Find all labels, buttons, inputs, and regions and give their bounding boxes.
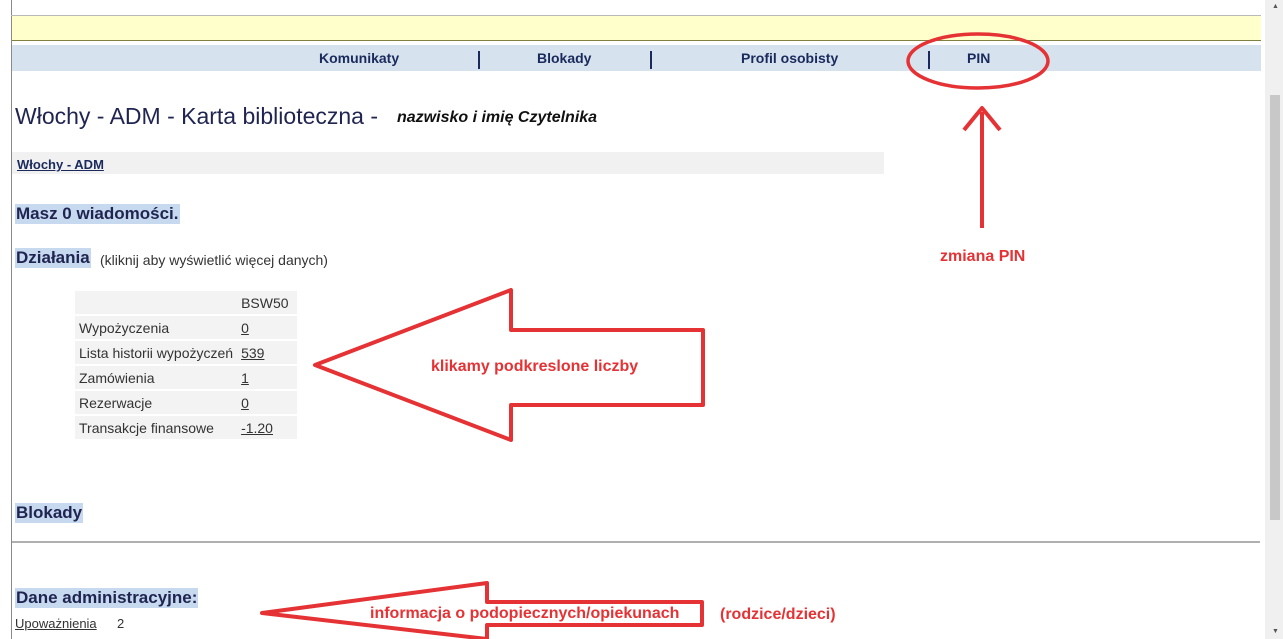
nav-separator [650,51,652,69]
scrollbar-thumb[interactable] [1270,95,1280,520]
loan-history-count-link[interactable]: 539 [241,345,264,361]
numbers-annotation: klikamy podkreslone liczby [431,358,639,375]
top-navigation: Komunikaty Blokady Profil osobisty PIN [12,45,1261,71]
page-title: Włochy - ADM - Karta biblioteczna - [15,103,379,129]
nav-separator [478,51,480,69]
actions-hint: (kliknij aby wyświetlić więcej danych) [100,252,328,268]
reader-name-placeholder: nazwisko i imię Czytelnika [397,109,598,126]
table-row: Wypożyczenia 0 [75,316,297,339]
wards-annotation-extra: (rodzice/dzieci) [720,606,836,623]
row-label: Wypożyczenia [75,316,238,339]
page-border-left [11,0,12,639]
wards-annotation: informacja o podopiecznych/opiekunach [370,605,680,622]
section-divider [12,541,1260,543]
admin-heading: Dane administracyjne: [15,588,199,608]
actions-heading[interactable]: Działania [15,248,91,268]
scroll-up-arrow-icon[interactable]: ▲ [1272,3,1279,10]
authorizations-count: 2 [117,616,125,631]
table-column-header: BSW50 [237,291,297,314]
table-header-row: BSW50 [75,291,297,314]
loans-count-link[interactable]: 0 [241,320,249,336]
blocks-heading: Blokady [15,503,84,523]
table-row: Transakcje finansowe -1.20 [75,416,297,439]
nav-pin[interactable]: PIN [967,50,990,66]
pin-arrow-head-icon [962,106,1002,132]
table-row: Rezerwacje 0 [75,391,297,414]
row-label: Zamówienia [75,366,238,389]
top-banner [12,16,1261,41]
financial-transactions-link[interactable]: -1.20 [241,420,273,436]
authorizations-link[interactable]: Upoważnienia [15,616,97,631]
table-row: Lista historii wypożyczeń 539 [75,341,297,364]
row-label: Transakcje finansowe [75,416,238,439]
reservations-count-link[interactable]: 0 [241,395,249,411]
breadcrumb [12,152,884,174]
breadcrumb-link[interactable]: Włochy - ADM [17,157,104,172]
row-label: Rezerwacje [75,391,238,414]
pin-annotation: zmiana PIN [940,248,1026,265]
table-header-empty [75,291,238,314]
orders-count-link[interactable]: 1 [241,370,249,386]
messages-heading: Masz 0 wiadomości. [15,204,180,224]
nav-komunikaty[interactable]: Komunikaty [319,50,399,66]
scroll-down-arrow-icon[interactable]: ▼ [1272,628,1279,635]
table-row: Zamówienia 1 [75,366,297,389]
nav-separator [928,51,930,69]
row-label: Lista historii wypożyczeń [75,341,238,364]
nav-profil-osobisty[interactable]: Profil osobisty [741,50,838,66]
actions-table: BSW50 Wypożyczenia 0 Lista historii wypo… [75,289,297,441]
nav-blokady[interactable]: Blokady [537,50,591,66]
